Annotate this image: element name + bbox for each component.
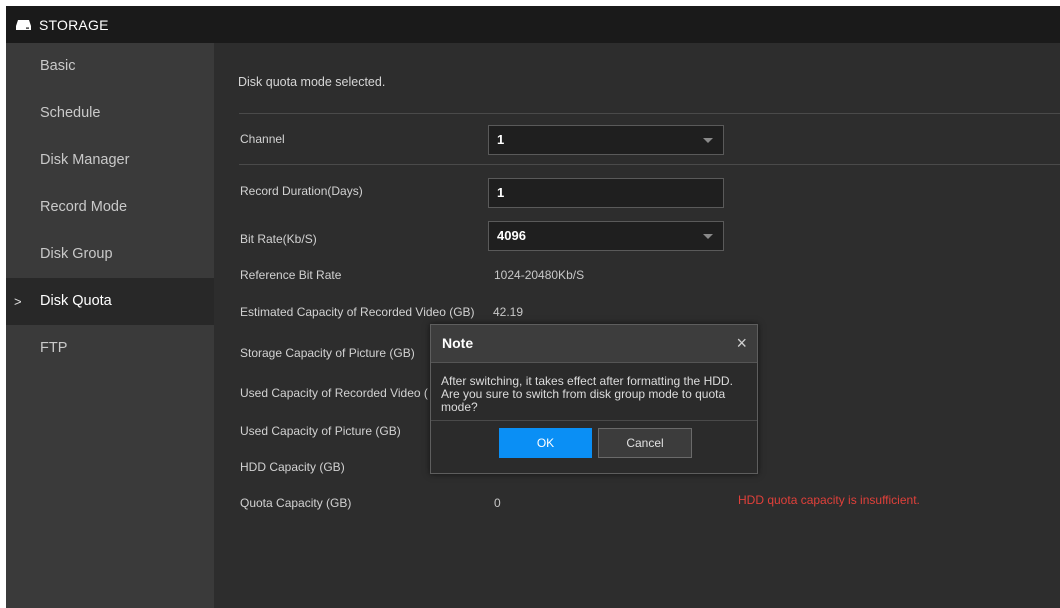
channel-select[interactable]: 1 bbox=[488, 125, 724, 155]
sidebar-item-ftp[interactable]: FTP bbox=[6, 325, 214, 372]
estimated-capacity-value: 42.19 bbox=[493, 305, 524, 319]
sidebar-item-label: Disk Manager bbox=[40, 152, 130, 168]
sidebar-item-schedule[interactable]: Schedule bbox=[6, 90, 214, 137]
hdd-capacity-label: HDD Capacity (GB) bbox=[240, 460, 345, 474]
title-bar: STORAGE bbox=[6, 6, 1060, 43]
ok-button[interactable]: OK bbox=[499, 428, 592, 458]
bit-rate-value: 4096 bbox=[497, 228, 526, 243]
sidebar-item-basic[interactable]: Basic bbox=[6, 43, 214, 90]
close-icon[interactable]: × bbox=[736, 325, 747, 362]
chevron-right-icon: > bbox=[14, 294, 22, 309]
dialog-footer: OK Cancel bbox=[431, 420, 757, 475]
sidebar-item-label: Basic bbox=[40, 58, 76, 74]
estimated-capacity-label: Estimated Capacity of Recorded Video (GB… bbox=[240, 305, 475, 319]
dialog-title: Note bbox=[442, 335, 474, 351]
bit-rate-label: Bit Rate(Kb/S) bbox=[240, 232, 317, 246]
sidebar-item-disk-manager[interactable]: Disk Manager bbox=[6, 137, 214, 184]
sidebar: Basic Schedule Disk Manager Record Mode … bbox=[6, 43, 214, 608]
cancel-button[interactable]: Cancel bbox=[598, 428, 692, 458]
reference-bit-rate-value: 1024-20480Kb/S bbox=[494, 268, 585, 282]
record-duration-input[interactable]: 1 bbox=[488, 178, 724, 208]
dialog-header: Note × bbox=[431, 325, 757, 363]
used-video-label: Used Capacity of Recorded Video ( bbox=[240, 386, 428, 400]
page-title: STORAGE bbox=[39, 16, 109, 33]
sidebar-item-label: FTP bbox=[40, 340, 68, 356]
sidebar-item-label: Record Mode bbox=[40, 199, 128, 215]
sidebar-item-label: Schedule bbox=[40, 105, 101, 121]
note-dialog: Note × After switching, it takes effect … bbox=[430, 324, 758, 474]
sidebar-item-label: Disk Quota bbox=[40, 293, 112, 309]
chevron-down-icon bbox=[703, 138, 713, 143]
record-duration-value: 1 bbox=[497, 185, 505, 200]
sidebar-item-disk-quota[interactable]: > Disk Quota bbox=[6, 278, 214, 325]
record-duration-label: Record Duration(Days) bbox=[240, 184, 363, 198]
storage-app: STORAGE Basic Schedule Disk Manager Reco… bbox=[6, 6, 1060, 608]
quota-capacity-value: 0 bbox=[494, 496, 501, 510]
hdd-icon bbox=[15, 19, 32, 31]
mode-hint: Disk quota mode selected. bbox=[238, 75, 386, 89]
quota-capacity-label: Quota Capacity (GB) bbox=[240, 496, 352, 510]
channel-label: Channel bbox=[240, 132, 285, 146]
divider bbox=[239, 113, 1060, 114]
channel-value: 1 bbox=[497, 132, 505, 147]
divider bbox=[239, 164, 1060, 165]
quota-warning: HDD quota capacity is insufficient. bbox=[738, 493, 920, 507]
sidebar-item-disk-group[interactable]: Disk Group bbox=[6, 231, 214, 278]
sidebar-item-record-mode[interactable]: Record Mode bbox=[6, 184, 214, 231]
bit-rate-select[interactable]: 4096 bbox=[488, 221, 724, 251]
sidebar-item-label: Disk Group bbox=[40, 246, 113, 262]
reference-bit-rate-label: Reference Bit Rate bbox=[240, 268, 342, 282]
storage-picture-label: Storage Capacity of Picture (GB) bbox=[240, 346, 415, 360]
chevron-down-icon bbox=[703, 234, 713, 239]
dialog-message: After switching, it takes effect after f… bbox=[441, 374, 733, 414]
used-picture-label: Used Capacity of Picture (GB) bbox=[240, 424, 401, 438]
